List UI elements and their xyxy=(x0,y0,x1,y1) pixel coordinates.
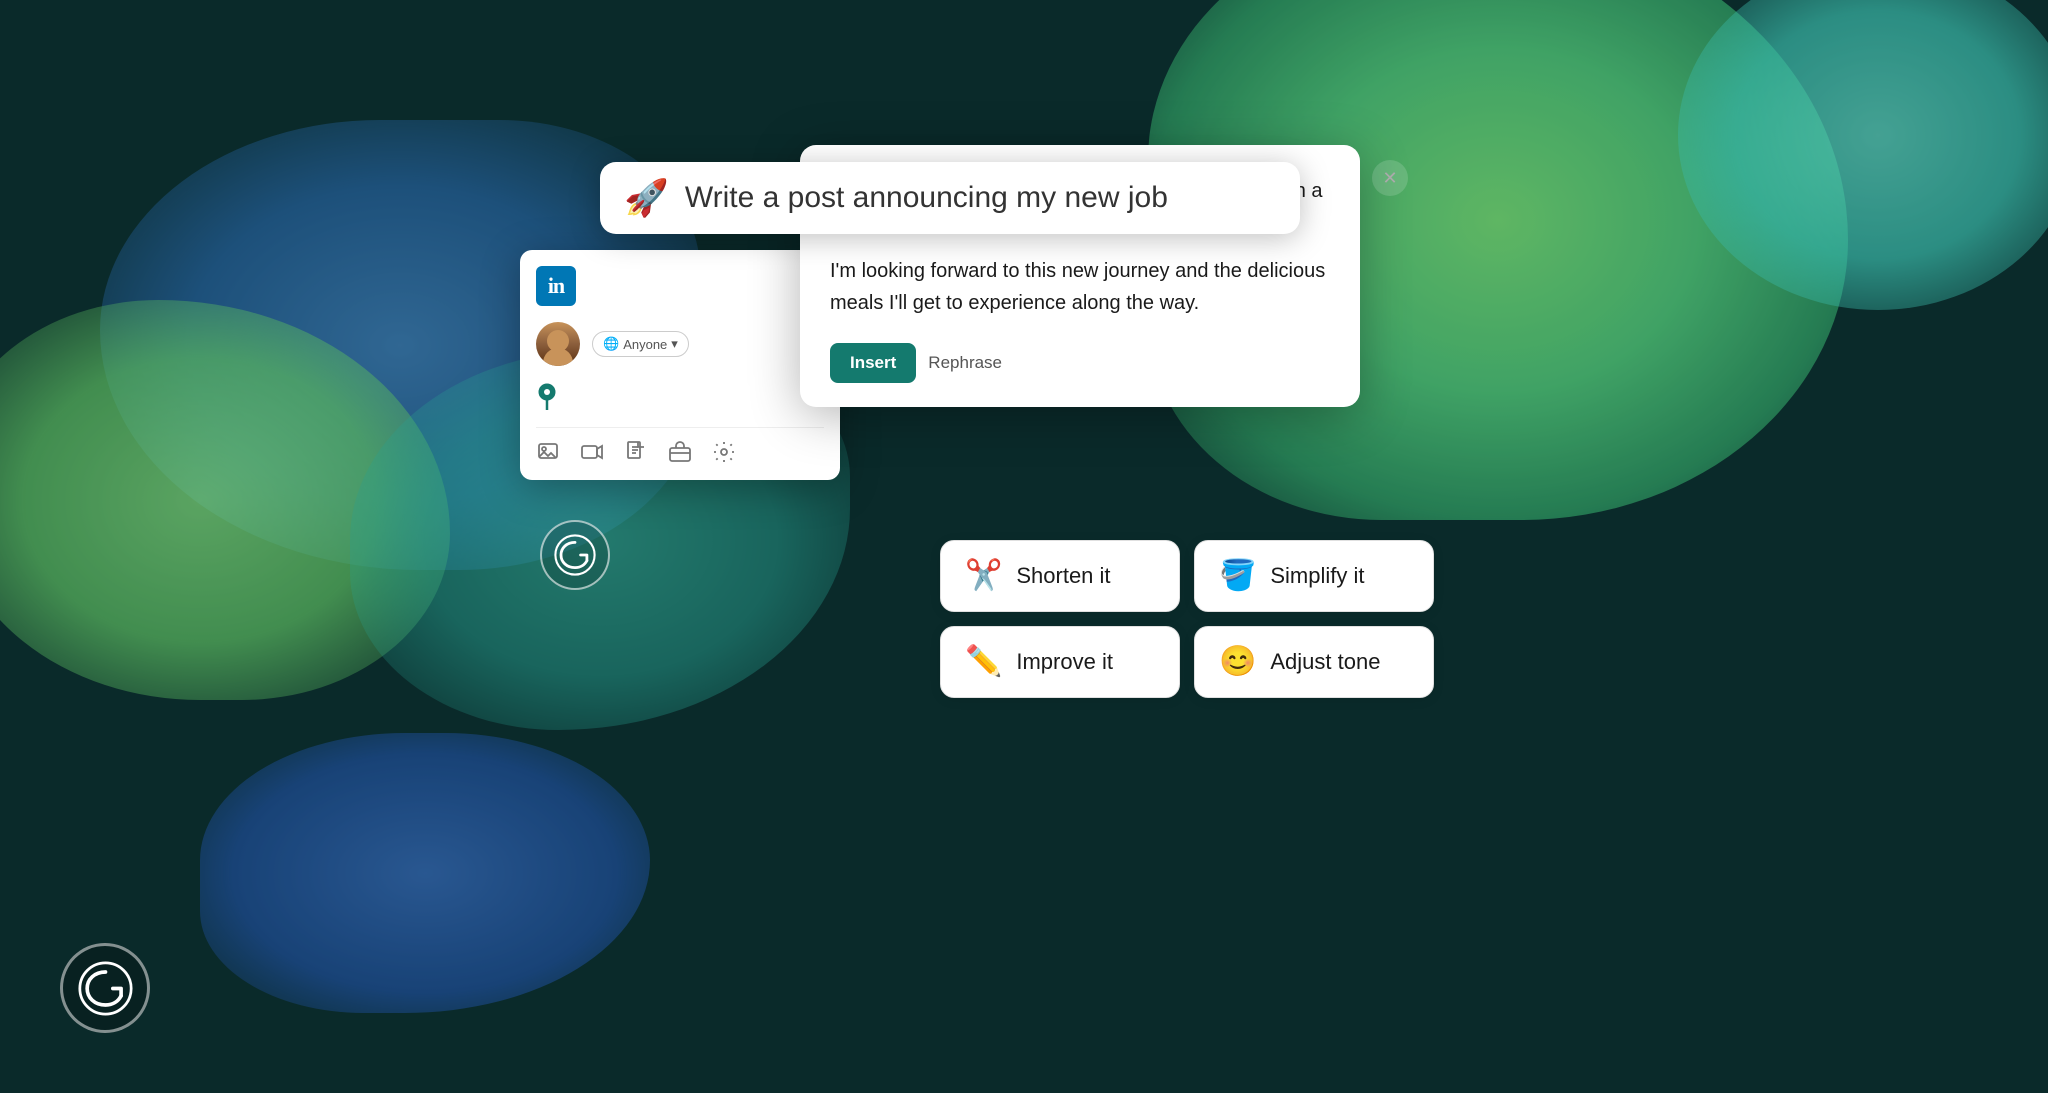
image-icon[interactable] xyxy=(536,440,560,464)
suggestions-grid: ✂️ Shorten it 🪣 Simplify it ✏️ Improve i… xyxy=(940,540,1434,698)
improve-button[interactable]: ✏️ Improve it xyxy=(940,626,1180,698)
response-actions: Insert Rephrase xyxy=(830,343,1330,383)
post-pin-icon xyxy=(536,382,824,415)
close-button[interactable]: ✕ xyxy=(1372,160,1408,196)
simplify-label: Simplify it xyxy=(1270,563,1364,589)
bg-blob-blue-bottom-left xyxy=(200,733,650,1013)
rephrase-button[interactable]: Rephrase xyxy=(928,353,1002,373)
linkedin-user-row: 🌐 Anyone ▾ xyxy=(536,322,824,366)
briefcase-icon[interactable] xyxy=(668,440,692,464)
linkedin-header: in xyxy=(536,266,824,306)
prompt-text: Write a post announcing my new job xyxy=(685,181,1168,215)
simplify-icon: 🪣 xyxy=(1219,561,1256,591)
shorten-label: Shorten it xyxy=(1016,563,1110,589)
prompt-bar: 🚀 Write a post announcing my new job xyxy=(600,162,1300,234)
linkedin-toolbar xyxy=(536,427,824,464)
avatar xyxy=(536,322,580,366)
adjust-tone-icon: 😊 xyxy=(1219,647,1256,677)
simplify-button[interactable]: 🪣 Simplify it xyxy=(1194,540,1434,612)
improve-icon: ✏️ xyxy=(965,647,1002,677)
settings-icon[interactable] xyxy=(712,440,736,464)
improve-label: Improve it xyxy=(1016,649,1113,675)
chevron-down-icon: ▾ xyxy=(671,336,678,352)
grammarly-logo-floating xyxy=(540,520,610,590)
prompt-emoji: 🚀 xyxy=(624,180,669,216)
grammarly-logo-main-icon xyxy=(78,961,133,1016)
response-paragraph-2: I'm looking forward to this new journey … xyxy=(830,255,1330,319)
grammarly-logo-floating-icon xyxy=(554,534,596,576)
document-icon[interactable] xyxy=(624,440,648,464)
audience-selector[interactable]: 🌐 Anyone ▾ xyxy=(592,331,689,357)
shorten-button[interactable]: ✂️ Shorten it xyxy=(940,540,1180,612)
audience-label: Anyone xyxy=(623,337,667,352)
globe-icon: 🌐 xyxy=(603,336,619,352)
linkedin-panel: in 🌐 Anyone ▾ xyxy=(520,250,840,480)
video-icon[interactable] xyxy=(580,440,604,464)
grammarly-logo-main xyxy=(60,943,150,1033)
avatar-body xyxy=(543,348,573,366)
adjust-tone-label: Adjust tone xyxy=(1270,649,1380,675)
shorten-icon: ✂️ xyxy=(965,561,1002,591)
linkedin-icon: in xyxy=(536,266,576,306)
adjust-tone-button[interactable]: 😊 Adjust tone xyxy=(1194,626,1434,698)
insert-button[interactable]: Insert xyxy=(830,343,916,383)
